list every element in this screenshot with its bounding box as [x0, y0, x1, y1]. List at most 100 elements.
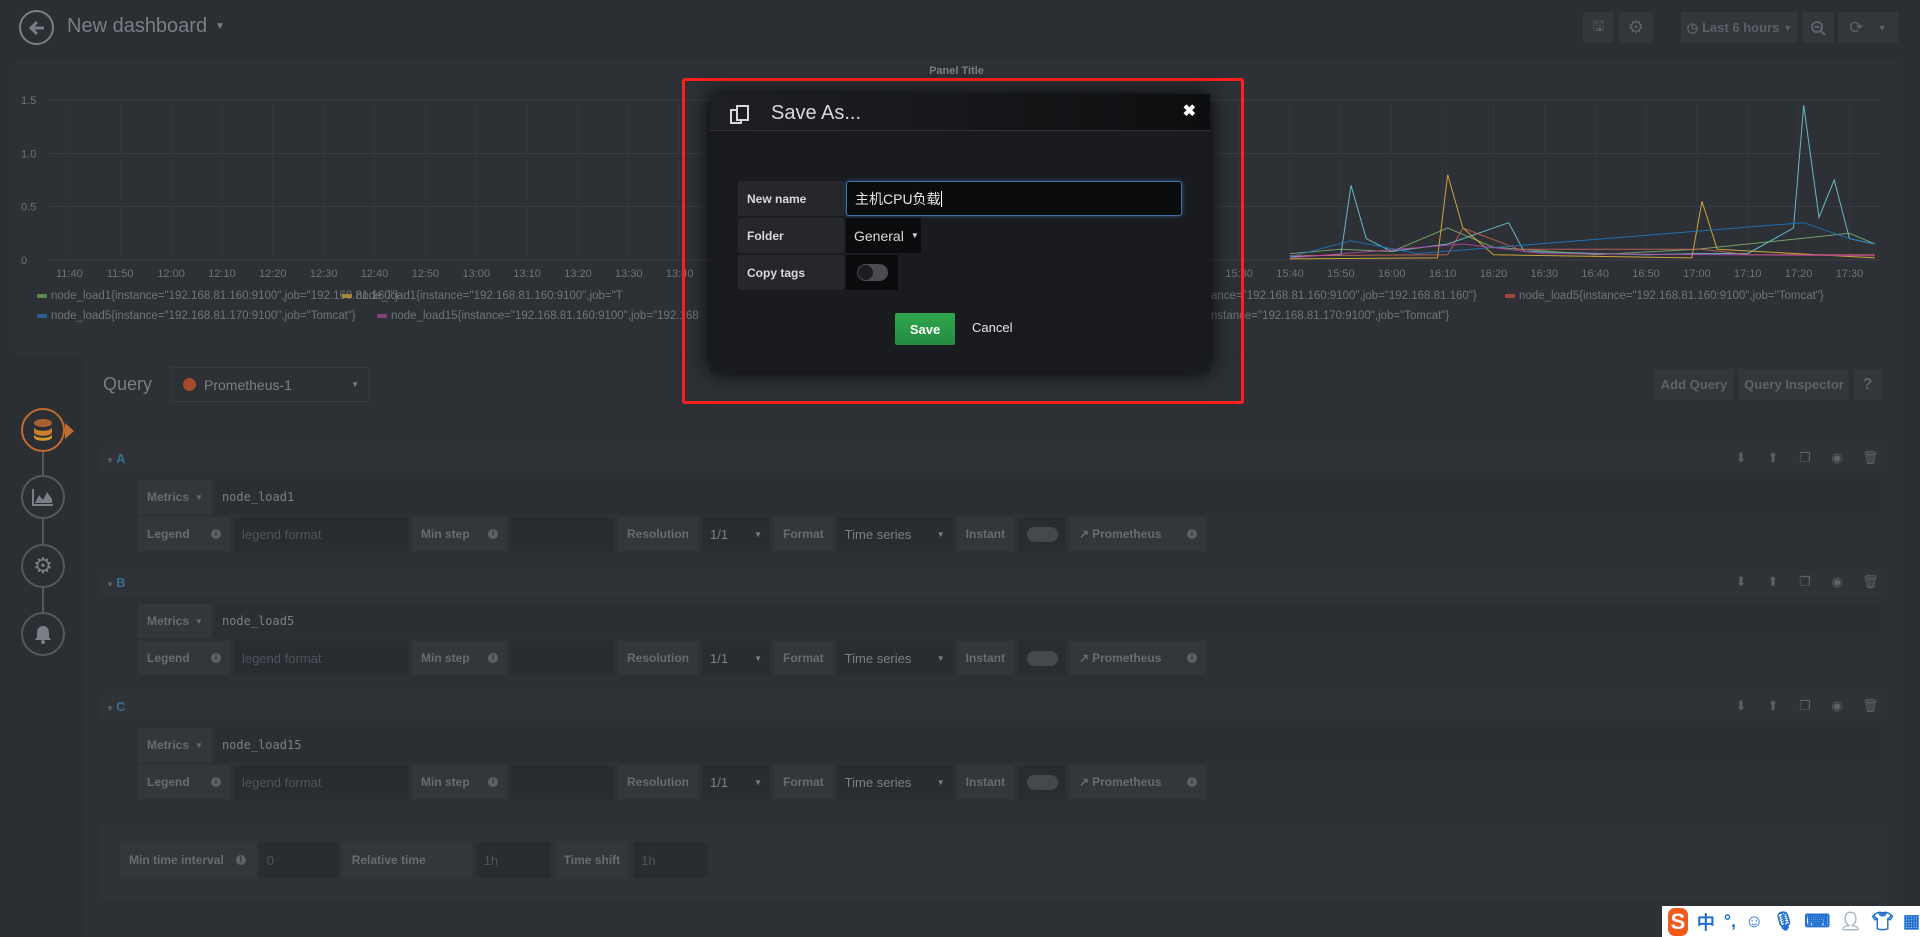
instant-toggle[interactable] — [1018, 517, 1067, 551]
metrics-label[interactable]: Metrics ▼ — [138, 480, 212, 514]
format-select[interactable]: Time series ▼ — [836, 517, 953, 551]
microphone-icon[interactable]: 🎙︎ — [1772, 911, 1795, 932]
close-button[interactable]: ✖ — [1183, 101, 1196, 121]
metrics-input[interactable]: node_load5 — [213, 604, 1886, 638]
folder-select[interactable]: General ▼ — [846, 218, 921, 253]
keyboard-icon[interactable]: ⌨ — [1804, 911, 1830, 932]
duplicate-icon[interactable]: ❐ — [1798, 575, 1812, 589]
ime-language[interactable]: 中 — [1697, 909, 1715, 935]
resolution-select[interactable]: 1/1 ▼ — [702, 641, 770, 675]
query-ref-letter: B — [116, 575, 126, 590]
x-tick-label: 12:10 — [208, 268, 236, 280]
trash-icon[interactable]: 🗑︎ — [1862, 451, 1879, 465]
format-select[interactable]: Time series ▼ — [836, 641, 953, 675]
back-button[interactable] — [19, 10, 54, 45]
info-icon: i — [211, 529, 221, 539]
query-ref[interactable]: ▼ C — [106, 699, 126, 714]
legend-fragment[interactable]: nstance="192.168.81.170:9100",job="Tomca… — [1211, 310, 1449, 322]
move-up-icon[interactable]: ⬆ — [1766, 575, 1780, 589]
move-up-icon[interactable]: ⬆ — [1766, 451, 1780, 465]
emoji-icon[interactable]: ☺ — [1745, 911, 1763, 932]
time-shift-input[interactable]: 1h — [633, 842, 709, 878]
metrics-label[interactable]: Metrics ▼ — [138, 604, 212, 638]
resolution-select[interactable]: 1/1 ▼ — [702, 765, 770, 799]
query-inspector-button[interactable]: Query Inspector — [1739, 369, 1849, 400]
sidebar-connector — [42, 430, 44, 630]
folder-value: General — [854, 227, 904, 244]
new-name-input[interactable]: 主机CPU负载 — [846, 181, 1182, 216]
x-tick-label: 17:00 — [1683, 268, 1711, 280]
move-down-icon[interactable]: ⬇ — [1734, 575, 1748, 589]
legend-format-input[interactable]: legend format — [234, 641, 408, 675]
legend-item[interactable]: node_load15{instance="192.168.81.160:910… — [377, 310, 699, 322]
help-button[interactable]: ? — [1854, 369, 1881, 400]
query-ref[interactable]: ▼ B — [106, 575, 126, 590]
series-swatch — [37, 314, 47, 318]
prometheus-link[interactable]: ↗ Prometheus i — [1070, 765, 1207, 799]
save-button[interactable]: Save — [895, 313, 955, 345]
x-tick-label: 15:50 — [1327, 268, 1355, 280]
datasource-select[interactable]: Prometheus-1 ▼ — [171, 367, 370, 402]
legend-item[interactable]: node_load5{instance="192.168.81.160:9100… — [1505, 290, 1824, 302]
options-row: Legend i legend format Min step i Resoluti… — [138, 765, 1207, 799]
duplicate-icon[interactable]: ❐ — [1798, 451, 1812, 465]
dashboard-title[interactable]: New dashboard ▼ — [67, 15, 225, 38]
eye-icon[interactable]: ◉ — [1830, 575, 1844, 589]
query-ref[interactable]: ▼ A — [106, 451, 126, 466]
sidebar-visualization[interactable] — [21, 475, 65, 519]
user-icon[interactable]: 👤︎ — [1839, 911, 1862, 932]
copy-tags-toggle[interactable] — [856, 264, 888, 281]
min-step-input[interactable] — [511, 517, 614, 551]
move-down-icon[interactable]: ⬇ — [1734, 451, 1748, 465]
relative-time-input[interactable]: 1h — [475, 842, 551, 878]
min-interval-input[interactable]: 0 — [258, 842, 339, 878]
move-down-icon[interactable]: ⬇ — [1734, 699, 1748, 713]
query-row-header[interactable]: ▼ B ⬇ ⬆ ❐ ◉ 🗑︎ — [100, 570, 1886, 597]
legend-item[interactable]: node_load5{instance="192.168.81.170:9100… — [37, 310, 356, 322]
min-step-input[interactable] — [511, 641, 614, 675]
sidebar-general[interactable]: ⚙ — [21, 544, 65, 588]
metrics-label[interactable]: Metrics ▼ — [138, 728, 212, 762]
format-label: Format — [774, 517, 833, 551]
refresh-button[interactable]: ⟳ ▼ — [1838, 12, 1898, 43]
legend-item[interactable]: node_load1{instance="192.168.81.160:9100… — [342, 290, 623, 302]
grid-icon[interactable]: ▦ — [1903, 911, 1920, 932]
query-row-header[interactable]: ▼ A ⬇ ⬆ ❐ ◉ 🗑︎ — [100, 446, 1886, 473]
resolution-select[interactable]: 1/1 ▼ — [702, 517, 770, 551]
sogou-logo[interactable]: S — [1668, 907, 1688, 936]
settings-button[interactable]: ⚙ — [1619, 12, 1653, 43]
add-query-button[interactable]: Add Query — [1655, 369, 1733, 400]
eye-icon[interactable]: ◉ — [1830, 699, 1844, 713]
ime-punctuation[interactable]: °, — [1724, 911, 1736, 932]
prometheus-link[interactable]: ↗ Prometheus i — [1070, 517, 1207, 551]
zoom-out-button[interactable] — [1802, 12, 1834, 43]
legend-format-input[interactable]: legend format — [234, 765, 408, 799]
trash-icon[interactable]: 🗑︎ — [1862, 699, 1879, 713]
metrics-input[interactable]: node_load15 — [213, 728, 1886, 762]
sidebar-queries[interactable] — [21, 408, 74, 452]
format-select[interactable]: Time series ▼ — [836, 765, 953, 799]
duplicate-icon[interactable]: ❐ — [1798, 699, 1812, 713]
move-up-icon[interactable]: ⬆ — [1766, 699, 1780, 713]
skin-icon[interactable]: 👕︎ — [1871, 911, 1894, 932]
instant-toggle[interactable] — [1018, 765, 1067, 799]
x-tick-label: 16:20 — [1480, 268, 1508, 280]
sidebar-alert[interactable] — [21, 612, 65, 656]
eye-icon[interactable]: ◉ — [1830, 451, 1844, 465]
save-dashboard-button[interactable]: 🖫 — [1583, 12, 1614, 43]
x-tick-label: 12:20 — [259, 268, 287, 280]
legend-fragment[interactable]: ance="192.168.81.160:9100",job="192.168.… — [1211, 290, 1477, 302]
instant-toggle[interactable] — [1018, 641, 1067, 675]
metrics-input[interactable]: node_load1 — [213, 480, 1886, 514]
x-tick-label: 12:50 — [412, 268, 440, 280]
min-step-input[interactable] — [511, 765, 614, 799]
resolution-value: 1/1 — [710, 526, 729, 542]
query-row-header[interactable]: ▼ C ⬇ ⬆ ❐ ◉ 🗑︎ — [100, 694, 1886, 721]
cancel-button[interactable]: Cancel — [972, 320, 1012, 335]
toggle-track — [1026, 526, 1058, 542]
prometheus-icon — [183, 378, 196, 391]
time-picker-button[interactable]: ◷ Last 6 hours ▼ — [1681, 12, 1798, 43]
legend-format-input[interactable]: legend format — [234, 517, 408, 551]
trash-icon[interactable]: 🗑︎ — [1862, 575, 1879, 589]
prometheus-link[interactable]: ↗ Prometheus i — [1070, 641, 1207, 675]
